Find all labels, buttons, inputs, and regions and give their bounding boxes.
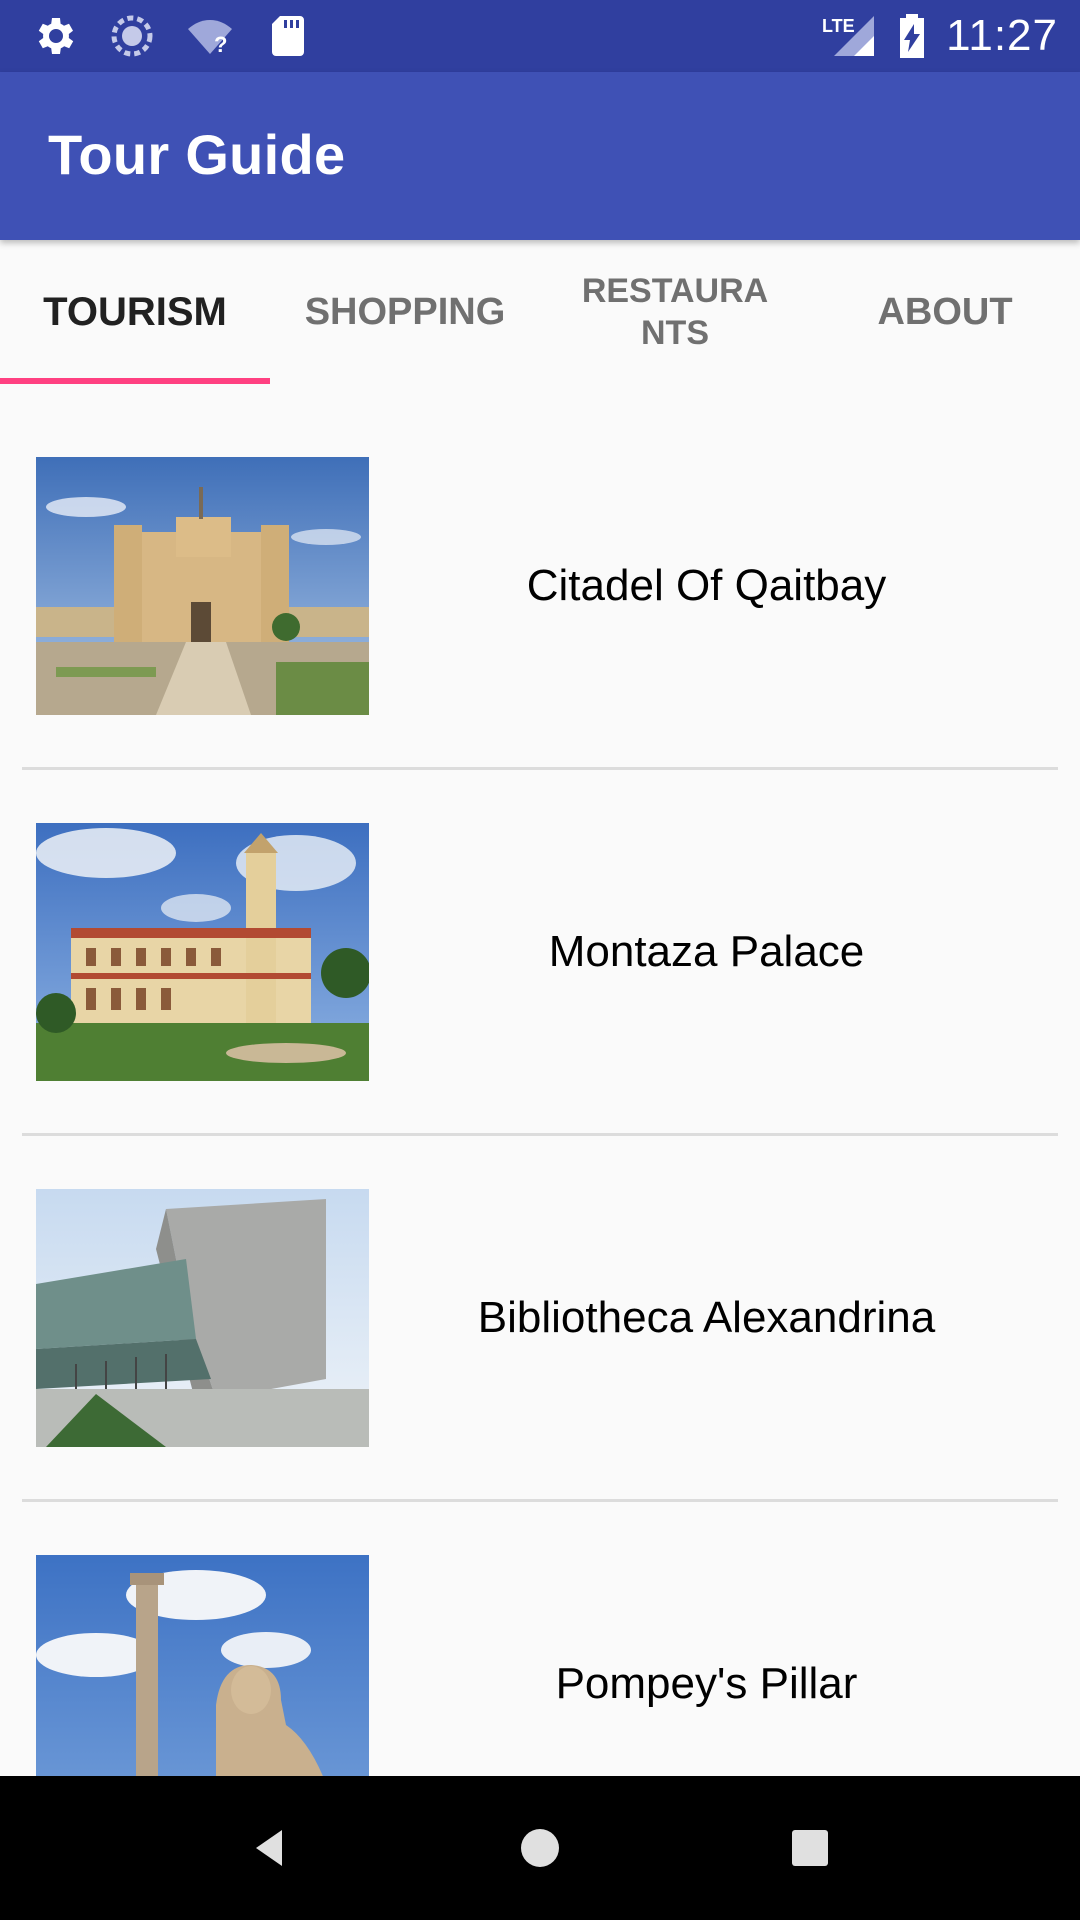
tab-shopping-label: SHOPPING	[304, 290, 506, 333]
lte-label: LTE	[822, 16, 855, 36]
back-icon	[256, 1830, 282, 1866]
wifi-unknown-icon: ?	[186, 12, 234, 60]
bibliotheca-alexandrina-photo	[36, 1189, 369, 1447]
place-name: Pompey's Pillar	[555, 1659, 858, 1708]
back-button[interactable]	[230, 1808, 310, 1888]
svg-text:?: ?	[214, 32, 227, 57]
app-bar: Tour Guide	[0, 72, 1080, 240]
tab-restaurants-label-line2: NTS	[641, 314, 709, 352]
sync-icon	[108, 12, 156, 60]
tab-tourism-label: TOURISM	[43, 289, 227, 334]
list-item[interactable]: Bibliotheca Alexandrina	[0, 1116, 1080, 1482]
app-title: Tour Guide	[48, 123, 346, 186]
recents-icon	[792, 1830, 828, 1866]
tab-restaurants-label-line1: RESTAURA	[581, 272, 769, 310]
tab-indicator	[0, 378, 270, 384]
home-icon	[521, 1829, 559, 1867]
place-name: Montaza Palace	[548, 927, 865, 976]
citadel-of-qaitbay-photo	[36, 457, 369, 715]
tab-tourism[interactable]: TOURISM	[0, 240, 270, 384]
navigation-bar	[0, 1776, 1080, 1920]
tab-shopping[interactable]: SHOPPING	[270, 240, 540, 384]
tab-restaurants[interactable]: RESTAURA NTS	[540, 240, 810, 384]
recents-button[interactable]	[770, 1808, 850, 1888]
tab-about-label: ABOUT	[877, 290, 1013, 333]
lte-signal-icon: LTE	[822, 12, 878, 60]
pompeys-pillar-photo	[36, 1555, 369, 1776]
list-item[interactable]: Pompey's Pillar	[0, 1482, 1080, 1776]
place-name: Citadel Of Qaitbay	[526, 561, 887, 610]
home-button[interactable]	[500, 1808, 580, 1888]
list-item[interactable]: Montaza Palace	[0, 750, 1080, 1116]
status-bar: ? LTE 11:27	[0, 0, 1080, 72]
status-bar-left: ?	[30, 12, 312, 60]
places-list[interactable]: Citadel Of Qaitbay Montaza Palace Biblio…	[0, 384, 1080, 1776]
place-name: Bibliotheca Alexandrina	[477, 1293, 936, 1342]
tab-bar: TOURISM SHOPPING RESTAURA NTS ABOUT	[0, 240, 1080, 384]
tab-about[interactable]: ABOUT	[810, 240, 1080, 384]
battery-charging-icon	[896, 12, 928, 60]
status-bar-right: LTE 11:27	[822, 8, 1058, 64]
status-time: 11:27	[946, 11, 1058, 60]
sd-card-icon	[264, 12, 312, 60]
list-item[interactable]: Citadel Of Qaitbay	[0, 384, 1080, 750]
settings-icon	[30, 12, 78, 60]
montaza-palace-photo	[36, 823, 369, 1081]
